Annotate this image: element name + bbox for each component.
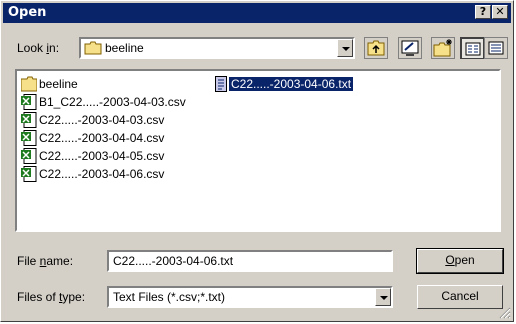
window-title: Open — [8, 5, 47, 20]
excel-file-icon — [21, 94, 37, 110]
files-of-type-label: Files of type: — [17, 290, 86, 304]
files-of-type-combo[interactable]: Text Files (*.csv;*.txt) — [107, 286, 393, 308]
files-of-type-value: Text Files (*.csv;*.txt) — [113, 290, 226, 304]
file-name-label: File name: — [17, 254, 74, 268]
excel-file-icon — [21, 112, 37, 128]
new-folder-icon[interactable] — [431, 37, 455, 59]
excel-file-icon — [21, 148, 37, 164]
close-button[interactable]: ✕ — [492, 5, 508, 19]
title-bar[interactable]: Open ? ✕ — [3, 3, 511, 23]
folder-icon — [84, 41, 102, 55]
up-folder-icon[interactable] — [364, 37, 388, 59]
excel-file-icon — [21, 166, 37, 182]
file-name-field[interactable] — [107, 250, 393, 272]
file-list[interactable]: beeline B1_C22.....-2003-04-03.csv C22..… — [15, 69, 501, 232]
desktop-icon[interactable] — [398, 37, 422, 59]
help-button[interactable]: ? — [475, 5, 491, 19]
details-view-icon[interactable] — [484, 37, 508, 59]
open-dialog: Open ? ✕ Look in: beeline beeline B1_C22… — [0, 0, 514, 322]
resize-grip-icon[interactable] — [499, 307, 511, 319]
look-in-combo[interactable]: beeline — [79, 37, 355, 59]
file-name-input[interactable] — [109, 252, 391, 270]
cancel-button[interactable]: Cancel — [417, 285, 503, 309]
open-button[interactable]: Open — [416, 248, 504, 274]
look-in-label: Look in: — [17, 41, 60, 55]
folder-icon — [21, 76, 37, 92]
excel-file-icon — [21, 130, 37, 146]
list-view-icon[interactable] — [460, 37, 484, 59]
look-in-dropdown-arrow[interactable] — [337, 39, 353, 57]
text-file-icon — [215, 76, 227, 92]
files-of-type-dropdown-arrow[interactable] — [375, 288, 391, 306]
look-in-value: beeline — [105, 41, 144, 55]
